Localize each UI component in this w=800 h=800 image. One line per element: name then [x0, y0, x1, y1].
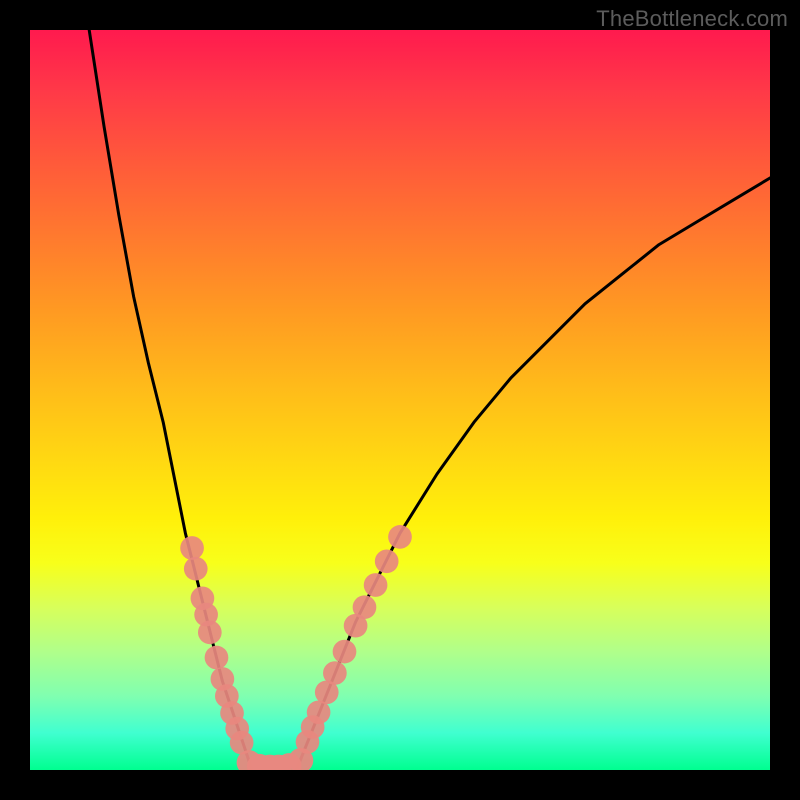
scatter-points [180, 525, 412, 770]
chart-svg [30, 30, 770, 770]
watermark-text: TheBottleneck.com [596, 6, 788, 32]
plot-area [30, 30, 770, 770]
curve-right-branch [296, 178, 770, 770]
